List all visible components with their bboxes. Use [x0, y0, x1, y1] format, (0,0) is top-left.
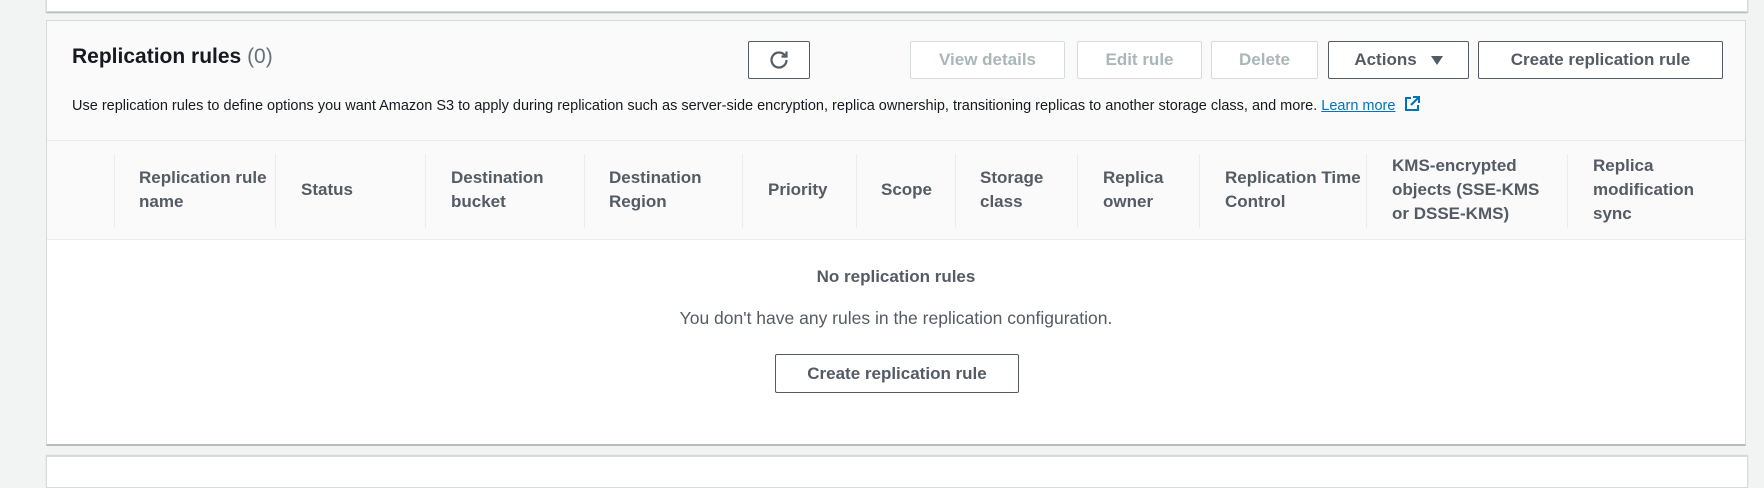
column-destination-bucket[interactable]: Destination bucket	[451, 141, 581, 239]
actions-label: Actions	[1354, 50, 1417, 69]
column-divider	[955, 154, 956, 228]
section-description: Use replication rules to define options …	[72, 95, 1421, 114]
previous-panel	[46, 0, 1748, 12]
column-divider	[425, 154, 426, 228]
next-panel	[46, 456, 1748, 488]
column-scope[interactable]: Scope	[881, 141, 961, 239]
refresh-icon	[770, 51, 788, 69]
column-divider	[1567, 154, 1568, 228]
column-divider	[584, 154, 585, 228]
column-replica-owner[interactable]: Replica owner	[1103, 141, 1193, 239]
column-divider	[1366, 154, 1367, 228]
page-background	[0, 0, 46, 473]
section-title-text: Replication rules	[72, 45, 242, 68]
create-replication-rule-button[interactable]: Create replication rule	[1478, 41, 1723, 79]
delete-button[interactable]: Delete	[1211, 41, 1318, 79]
rule-count: (0)	[247, 45, 273, 68]
section-title: Replication rules (0)	[72, 45, 273, 69]
refresh-button[interactable]	[748, 41, 810, 79]
column-divider	[1199, 154, 1200, 228]
column-divider	[856, 154, 857, 228]
panel-header: Replication rules (0) View details Edit …	[47, 21, 1745, 140]
column-destination-region[interactable]: Destination Region	[609, 141, 739, 239]
column-divider	[1077, 154, 1078, 228]
column-storage-class[interactable]: Storage class	[980, 141, 1070, 239]
column-divider	[275, 154, 276, 228]
empty-state-title: No replication rules	[816, 267, 976, 286]
column-kms-encrypted-objects[interactable]: KMS-encrypted objects (SSE-KMS or DSSE-K…	[1392, 141, 1542, 239]
column-replica-modification-sync[interactable]: Replica modification sync	[1593, 141, 1723, 239]
empty-state-description: You don't have any rules in the replicat…	[679, 308, 1113, 328]
table-header: Replication rule name Status Destination…	[47, 140, 1745, 240]
edit-rule-button[interactable]: Edit rule	[1077, 41, 1202, 79]
column-divider	[742, 154, 743, 228]
column-divider	[114, 154, 115, 228]
external-link-icon[interactable]	[1403, 95, 1421, 113]
column-priority[interactable]: Priority	[768, 141, 858, 239]
view-details-button[interactable]: View details	[910, 41, 1065, 79]
actions-dropdown[interactable]: Actions	[1328, 41, 1469, 79]
empty-state-create-rule-button[interactable]: Create replication rule	[775, 354, 1019, 393]
description-text: Use replication rules to define options …	[72, 98, 1318, 114]
column-replication-time-control[interactable]: Replication Time Control	[1225, 141, 1375, 239]
column-status[interactable]: Status	[301, 141, 421, 239]
caret-down-icon	[1430, 55, 1443, 65]
column-replication-rule-name[interactable]: Replication rule name	[139, 141, 269, 239]
learn-more-link[interactable]: Learn more	[1321, 98, 1395, 114]
replication-rules-panel: Replication rules (0) View details Edit …	[46, 20, 1746, 446]
